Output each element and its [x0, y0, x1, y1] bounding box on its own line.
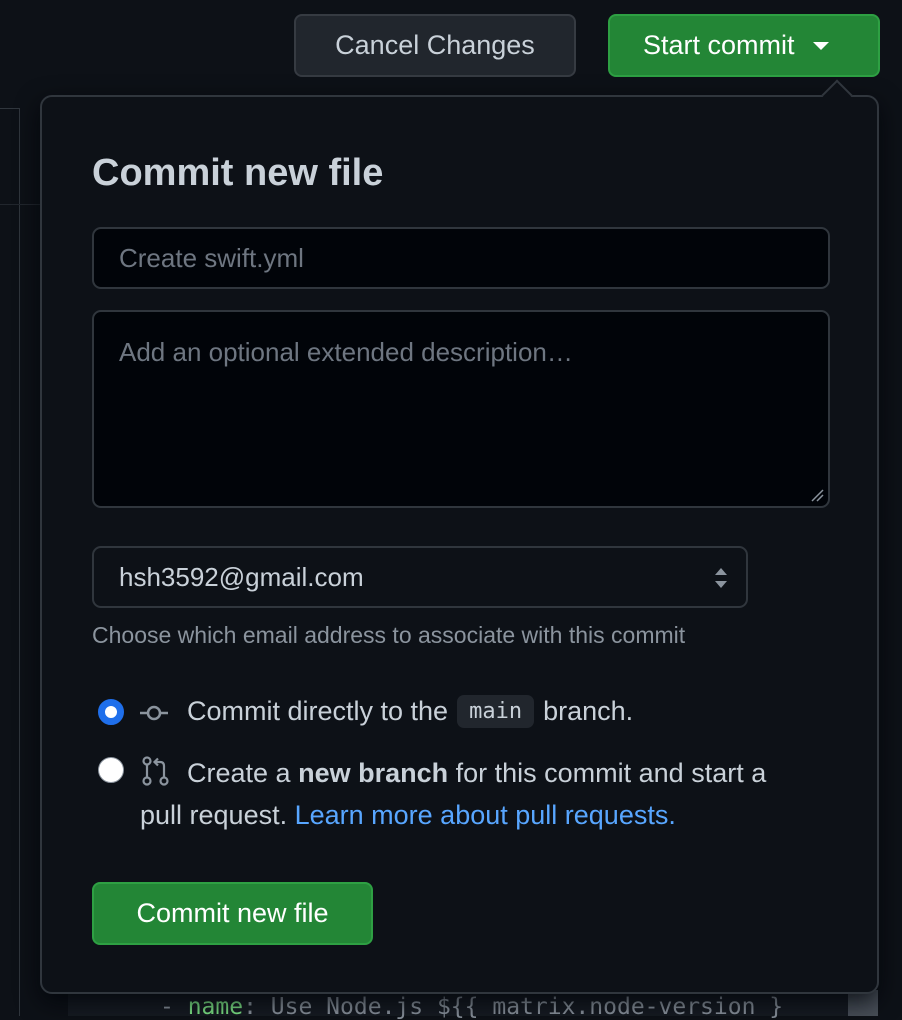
commit-description-textarea[interactable]: Add an optional extended description… [92, 310, 830, 508]
background-panel [0, 108, 20, 1016]
option-new-branch-label: Create a new branch for this commit and … [140, 752, 847, 836]
git-commit-icon [140, 705, 168, 721]
branch-name-code: main [457, 695, 535, 728]
option-new-branch-text: Create a [187, 758, 291, 788]
caret-down-icon [812, 41, 829, 50]
option-direct-text-after: branch. [543, 696, 634, 726]
commit-summary-placeholder: Create swift.yml [119, 242, 304, 273]
option-new-branch-text-after: for this commit and start a [455, 758, 767, 788]
option-commit-direct-label: Commit directly to the main branch. [187, 695, 633, 728]
start-commit-button[interactable]: Start commit [608, 14, 880, 77]
start-commit-label: Start commit [643, 30, 795, 60]
email-select[interactable]: hsh3592@gmail.com [92, 546, 748, 608]
pull-request-text: pull request. [140, 800, 288, 830]
email-hint: Choose which email address to associate … [92, 622, 686, 648]
new-branch-bold: new branch [298, 758, 449, 788]
email-select-value: hsh3592@gmail.com [119, 561, 364, 592]
background-code-line: - name: Use Node.js ${{ matrix.node-vers… [160, 994, 784, 1020]
commit-popover: Commit new file Create swift.yml Add an … [40, 95, 879, 994]
commit-new-file-button[interactable]: Commit new file [92, 882, 373, 945]
commit-summary-input[interactable]: Create swift.yml [92, 227, 830, 289]
commit-description-placeholder: Add an optional extended description… [119, 337, 573, 367]
select-arrows-icon [715, 568, 727, 588]
option-direct-text: Commit directly to the [187, 696, 449, 726]
cancel-changes-button[interactable]: Cancel Changes [294, 14, 576, 77]
radio-new-branch[interactable] [98, 757, 124, 783]
resize-grip-icon[interactable] [810, 488, 824, 502]
popover-title: Commit new file [92, 152, 384, 194]
learn-more-link[interactable]: Learn more about pull requests. [295, 800, 676, 830]
radio-commit-direct[interactable] [98, 699, 124, 725]
option-new-branch-line2: pull request. Learn more about pull requ… [140, 800, 676, 830]
commit-new-file-label: Commit new file [136, 898, 329, 928]
cancel-changes-label: Cancel Changes [335, 30, 535, 60]
git-pull-request-icon [142, 756, 169, 786]
